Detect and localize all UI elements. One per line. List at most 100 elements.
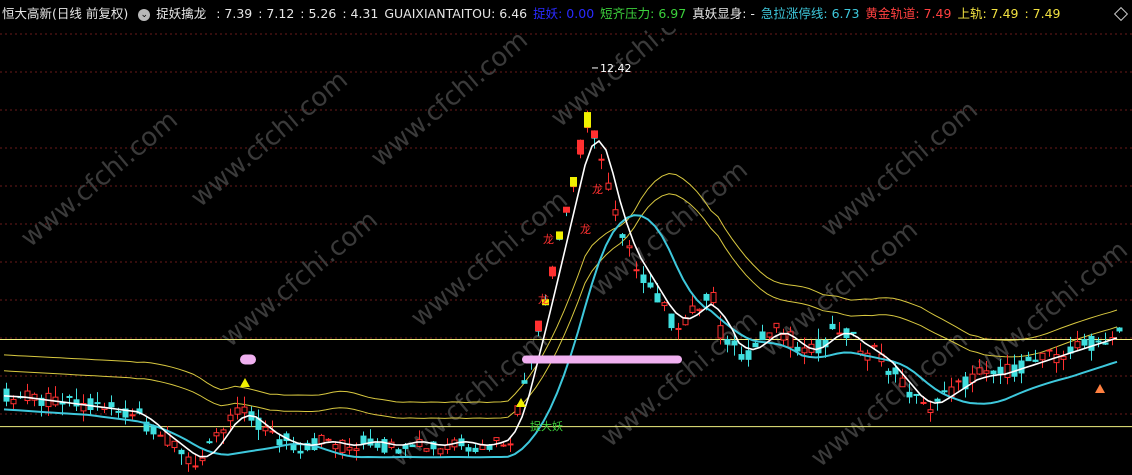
watermark-text: www.cfchi.com bbox=[545, 28, 714, 133]
candle-body bbox=[227, 414, 234, 422]
candle-body bbox=[437, 448, 444, 455]
candle-body bbox=[1018, 360, 1025, 374]
candle-body bbox=[262, 426, 269, 432]
candle-body bbox=[997, 366, 1004, 374]
candle-body bbox=[1081, 339, 1088, 346]
candle-body bbox=[507, 443, 514, 446]
candle-body bbox=[654, 293, 661, 303]
candle-body bbox=[745, 350, 752, 360]
candle-body bbox=[297, 450, 304, 454]
limit-up-bar bbox=[563, 206, 570, 213]
candle-body bbox=[766, 332, 773, 338]
candle-body bbox=[801, 347, 808, 354]
candle-body bbox=[129, 414, 136, 417]
candle-body bbox=[920, 401, 927, 404]
indicator-value: 真妖显身: - bbox=[692, 6, 755, 21]
candle-body bbox=[710, 291, 717, 304]
candle-body bbox=[696, 308, 703, 312]
candle-body bbox=[206, 441, 213, 444]
candle-body bbox=[780, 333, 787, 341]
candle-body bbox=[157, 434, 164, 437]
candle-body bbox=[185, 456, 192, 465]
indicator-value: 捉妖: 0.00 bbox=[533, 6, 595, 21]
limit-up-bar bbox=[577, 139, 584, 155]
watermark-text: www.cfchi.com bbox=[965, 235, 1132, 383]
indicator-value: 急拉涨停线: 6.73 bbox=[760, 6, 860, 21]
candle-body bbox=[66, 395, 73, 398]
candle-body bbox=[892, 367, 899, 375]
max-price-label: 12.42 bbox=[600, 62, 632, 75]
limit-up-bar bbox=[556, 231, 563, 240]
candle-body bbox=[1088, 335, 1095, 351]
candle-body bbox=[353, 448, 360, 452]
candle-body bbox=[1039, 352, 1046, 361]
indicator-value: : 7.12 bbox=[258, 6, 295, 21]
candle-body bbox=[1095, 340, 1102, 343]
candle-body bbox=[661, 302, 668, 307]
candle-body bbox=[1004, 363, 1011, 378]
candle-body bbox=[416, 439, 423, 447]
indicator-value: GUAIXIANTAITOU: 6.46 bbox=[384, 6, 528, 21]
limit-up-bar bbox=[549, 266, 556, 276]
candle-body bbox=[10, 398, 17, 405]
watermark-text: www.cfchi.com bbox=[405, 185, 574, 333]
candle-body bbox=[598, 158, 605, 161]
candle-body bbox=[899, 377, 906, 388]
candle-body bbox=[815, 339, 822, 354]
candle-body bbox=[213, 432, 220, 437]
indicator-value: 上轨: 7.49 bbox=[957, 6, 1019, 21]
indicator-value: : 7.49 bbox=[1024, 6, 1061, 21]
candle-body bbox=[1032, 359, 1039, 362]
candle-body bbox=[976, 367, 983, 375]
watermark-text: www.cfchi.com bbox=[585, 155, 754, 303]
candle-body bbox=[395, 449, 402, 454]
candle-body bbox=[1046, 349, 1053, 352]
candle-body bbox=[990, 370, 997, 375]
candle-body bbox=[906, 391, 913, 398]
candle-body bbox=[234, 407, 241, 415]
white-trend-line bbox=[3, 139, 1118, 458]
candle-body bbox=[724, 339, 731, 345]
candle-body bbox=[738, 354, 745, 360]
candle-body bbox=[633, 269, 640, 272]
watermark-text: www.cfchi.com bbox=[185, 65, 354, 213]
candle-body bbox=[521, 380, 528, 384]
candle-body bbox=[1116, 327, 1123, 332]
candle-body bbox=[668, 313, 675, 329]
indicator-title-bar: 恒大高新(日线 前复权) ⌄ 捉妖擒龙 : 7.39: 7.12: 5.26: 4… bbox=[0, 0, 1132, 28]
candle-body bbox=[374, 443, 381, 448]
candle-body bbox=[276, 439, 283, 446]
candle-body bbox=[465, 447, 472, 452]
limit-up-bar bbox=[584, 112, 591, 128]
candle-body bbox=[1074, 341, 1081, 349]
candle-body bbox=[955, 380, 962, 383]
candle-body bbox=[1102, 342, 1109, 345]
candle-body bbox=[619, 234, 626, 238]
limit-up-bar bbox=[535, 320, 542, 332]
candle-body bbox=[647, 282, 654, 288]
candle-body bbox=[612, 209, 619, 216]
buy-signal-triangle bbox=[516, 398, 526, 407]
candle-body bbox=[325, 438, 332, 441]
settings-icon[interactable]: ⌄ bbox=[138, 8, 151, 21]
candle-body bbox=[871, 344, 878, 348]
indicator-value: : 7.39 bbox=[216, 6, 253, 21]
price-chart: www.cfchi.com www.cfchi.com www.cfchi.com w… bbox=[0, 28, 1132, 473]
candle-body bbox=[731, 340, 738, 346]
candle-body bbox=[703, 293, 710, 301]
candle-body bbox=[717, 325, 724, 339]
stock-title: 恒大高新(日线 前复权) bbox=[2, 6, 129, 21]
candle-body bbox=[1025, 356, 1032, 362]
dragon-label: 龙 bbox=[592, 183, 603, 196]
candle-body bbox=[773, 322, 780, 329]
candle-body bbox=[626, 245, 633, 249]
candle-body bbox=[192, 465, 199, 468]
candle-body bbox=[829, 323, 836, 330]
candle-body bbox=[752, 342, 759, 348]
candle-body bbox=[479, 444, 486, 450]
candle-body bbox=[934, 398, 941, 402]
dragon-label: 龙 bbox=[543, 233, 554, 246]
pink-signal-dot bbox=[240, 354, 256, 365]
pink-signal-bar bbox=[522, 355, 682, 364]
candle-body bbox=[850, 331, 857, 334]
